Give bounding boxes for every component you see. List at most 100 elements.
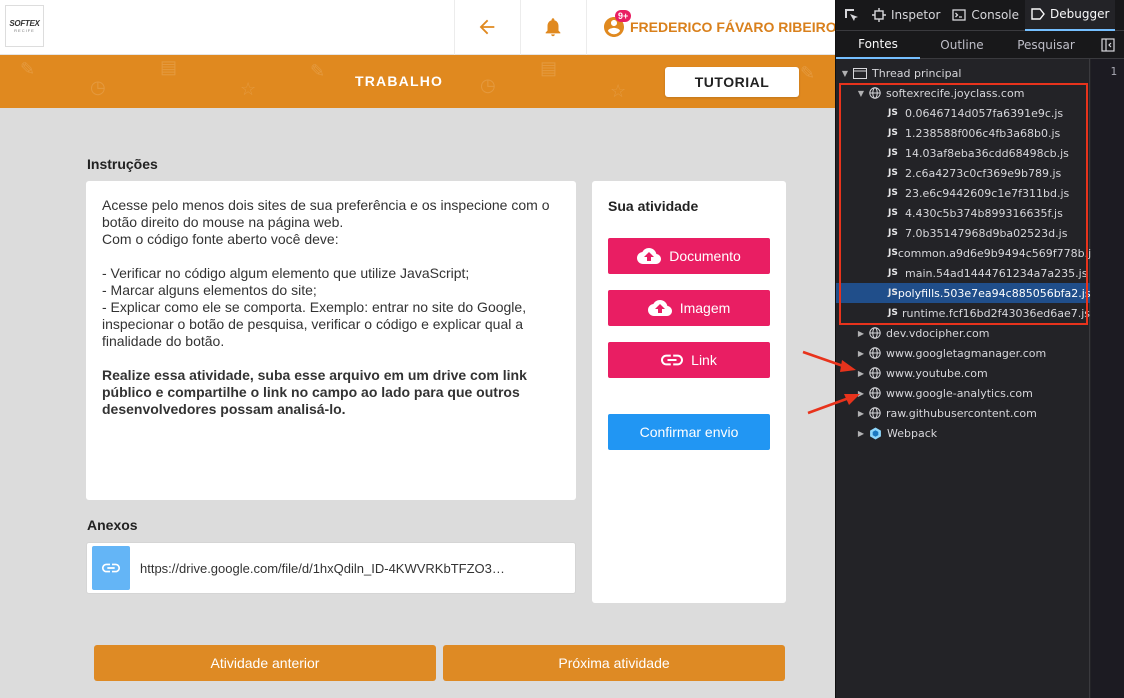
source-file-item[interactable]: JS 4.430c5b374b899316635f.js xyxy=(836,203,1090,223)
divider xyxy=(586,0,587,55)
link-icon xyxy=(102,563,120,573)
webpack-label: Webpack xyxy=(887,426,938,440)
js-file-icon: JS xyxy=(888,308,898,318)
collapsed-arrow-icon: ▶ xyxy=(857,348,865,358)
editor-gutter: 1 xyxy=(1091,59,1124,698)
pattern-star-icon: ☆ xyxy=(610,81,627,101)
pattern-book-icon: ▤ xyxy=(160,57,178,77)
js-file-icon: JS xyxy=(888,148,898,158)
collapsed-arrow-icon: ▶ xyxy=(857,388,865,398)
source-file-name: runtime.fcf16bd2f43036ed6ae7.js xyxy=(902,306,1090,320)
webpack-item[interactable]: ▶ Webpack xyxy=(836,423,1090,443)
source-file-item[interactable]: JS 14.03af8eba36cdd68498cb.js xyxy=(836,143,1090,163)
tab-inspector[interactable]: Inspetor xyxy=(866,0,946,31)
globe-icon xyxy=(869,387,881,399)
source-file-name: polyfills.503e7ea94c885056bfa2.js xyxy=(897,286,1091,300)
tab-debugger[interactable]: Debugger xyxy=(1025,0,1116,31)
tab-debugger-label: Debugger xyxy=(1050,7,1110,21)
instruction-paragraph: - Explicar como ele se comporta. Exemplo… xyxy=(102,299,527,349)
pattern-pencil-icon: ✎ xyxy=(20,59,36,79)
pattern-clock-icon: ◷ xyxy=(90,77,106,97)
attachment-item[interactable]: https://drive.google.com/file/d/1hxQdiln… xyxy=(86,542,576,594)
pattern-book-icon: ▤ xyxy=(540,58,558,78)
subtab-search[interactable]: Pesquisar xyxy=(1004,31,1088,59)
js-file-icon: JS xyxy=(888,128,898,138)
logo-text-main: SOFTEX xyxy=(9,19,40,28)
logo-text: SOFTEX xyxy=(9,19,40,28)
domain-label: www.googletagmanager.com xyxy=(886,346,1047,360)
tab-inspector-label: Inspetor xyxy=(891,8,941,22)
devtools-toolbar: Inspetor Console Debugger xyxy=(836,0,1124,31)
tab-console[interactable]: Console xyxy=(946,0,1025,31)
element-picker-button[interactable] xyxy=(836,0,866,31)
confirm-submission-button[interactable]: Confirmar envio xyxy=(608,414,770,450)
window-icon xyxy=(853,67,867,79)
js-file-icon: JS xyxy=(888,288,898,298)
activity-title: Sua atividade xyxy=(608,198,699,214)
back-button[interactable] xyxy=(474,14,500,40)
source-file-item[interactable]: JS 1.238588f006c4fb3a68b0.js xyxy=(836,123,1090,143)
globe-icon xyxy=(869,327,881,339)
logo-subtext: RECIFE xyxy=(14,28,35,33)
top-bar: SOFTEX RECIFE 9+ FREDERICO FÁVARO RIBEIR… xyxy=(0,0,837,55)
inspector-icon xyxy=(872,8,886,22)
attachments-label: Anexos xyxy=(87,517,138,533)
user-name: FREDERICO FÁVARO RIBEIRO xyxy=(630,19,837,35)
softex-logo[interactable]: SOFTEX RECIFE xyxy=(5,5,44,47)
source-file-item[interactable]: JS main.54ad1444761234a7a235.js xyxy=(836,263,1090,283)
tutorial-button[interactable]: TUTORIAL xyxy=(665,67,799,97)
js-file-icon: JS xyxy=(888,228,898,238)
globe-icon xyxy=(869,367,881,379)
domain-item[interactable]: ▶ www.google-analytics.com xyxy=(836,383,1090,403)
upload-image-button[interactable]: Imagem xyxy=(608,290,770,326)
pattern-star-icon: ☆ xyxy=(240,79,257,99)
domain-item[interactable]: ▶ www.youtube.com xyxy=(836,363,1090,383)
collapsed-arrow-icon: ▶ xyxy=(857,408,865,418)
notification-badge: 9+ xyxy=(615,10,632,22)
toggle-sidebar-button[interactable] xyxy=(1091,31,1124,59)
source-file-item[interactable]: JS runtime.fcf16bd2f43036ed6ae7.js xyxy=(836,303,1090,323)
source-file-item[interactable]: JS polyfills.503e7ea94c885056bfa2.js xyxy=(836,283,1091,303)
source-file-item[interactable]: JS common.a9d6e9b9494c569f778b.js xyxy=(836,243,1097,263)
source-file-item[interactable]: JS 2.c6a4273c0cf369e9b789.js xyxy=(836,163,1090,183)
link-label: Link xyxy=(691,352,717,368)
domain-label: raw.githubusercontent.com xyxy=(886,406,1037,420)
image-label: Imagem xyxy=(679,300,731,316)
sources-tree: ▼ Thread principal ▼ softexrecife.joycla… xyxy=(836,59,1097,698)
picker-icon xyxy=(845,9,858,21)
js-file-icon: JS xyxy=(888,168,898,178)
js-file-icon: JS xyxy=(888,188,898,198)
source-file-item[interactable]: JS 7.0b35147968d9ba02523d.js xyxy=(836,223,1090,243)
user-menu[interactable]: 9+ FREDERICO FÁVARO RIBEIRO xyxy=(602,10,837,41)
instructions-card: Acesse pelo menos dois sites de sua pref… xyxy=(86,181,576,500)
sidebar-toggle-icon xyxy=(1101,38,1115,52)
domain-label: www.google-analytics.com xyxy=(886,386,1033,400)
add-link-button[interactable]: Link xyxy=(608,342,770,378)
cloud-upload-icon xyxy=(647,300,672,316)
upload-document-button[interactable]: Documento xyxy=(608,238,770,274)
instructions-label: Instruções xyxy=(87,156,158,172)
domain-item[interactable]: ▶ www.googletagmanager.com xyxy=(836,343,1090,363)
link-icon xyxy=(661,354,684,366)
source-file-item[interactable]: JS 23.e6c9442609c1e7f311bd.js xyxy=(836,183,1090,203)
domain-label: softexrecife.joyclass.com xyxy=(886,86,1025,100)
document-label: Documento xyxy=(669,248,741,264)
subtab-outline[interactable]: Outline xyxy=(920,31,1004,59)
domain-item-main[interactable]: ▼ softexrecife.joyclass.com xyxy=(836,83,1090,103)
debugger-subtabs: Fontes Outline Pesquisar xyxy=(836,31,1124,59)
attachment-url[interactable]: https://drive.google.com/file/d/1hxQdiln… xyxy=(140,561,505,576)
source-file-name: 0.0646714d057fa6391e9c.js xyxy=(905,106,1064,120)
domain-item[interactable]: ▶ dev.vdocipher.com xyxy=(836,323,1090,343)
instruction-paragraph: - Verificar no código algum elemento que… xyxy=(102,265,470,281)
line-number: 1 xyxy=(1110,65,1117,78)
source-file-item[interactable]: JS 0.0646714d057fa6391e9c.js xyxy=(836,103,1090,123)
previous-activity-button[interactable]: Atividade anterior xyxy=(94,645,436,681)
notifications-button[interactable] xyxy=(540,14,566,40)
arrow-left-icon xyxy=(479,19,495,35)
next-activity-button[interactable]: Próxima atividade xyxy=(443,645,785,681)
instruction-blank xyxy=(102,248,560,265)
domain-item[interactable]: ▶ raw.githubusercontent.com xyxy=(836,403,1090,423)
domain-label: dev.vdocipher.com xyxy=(886,326,990,340)
subtab-sources[interactable]: Fontes xyxy=(836,31,920,59)
thread-item[interactable]: ▼ Thread principal xyxy=(836,63,1090,83)
